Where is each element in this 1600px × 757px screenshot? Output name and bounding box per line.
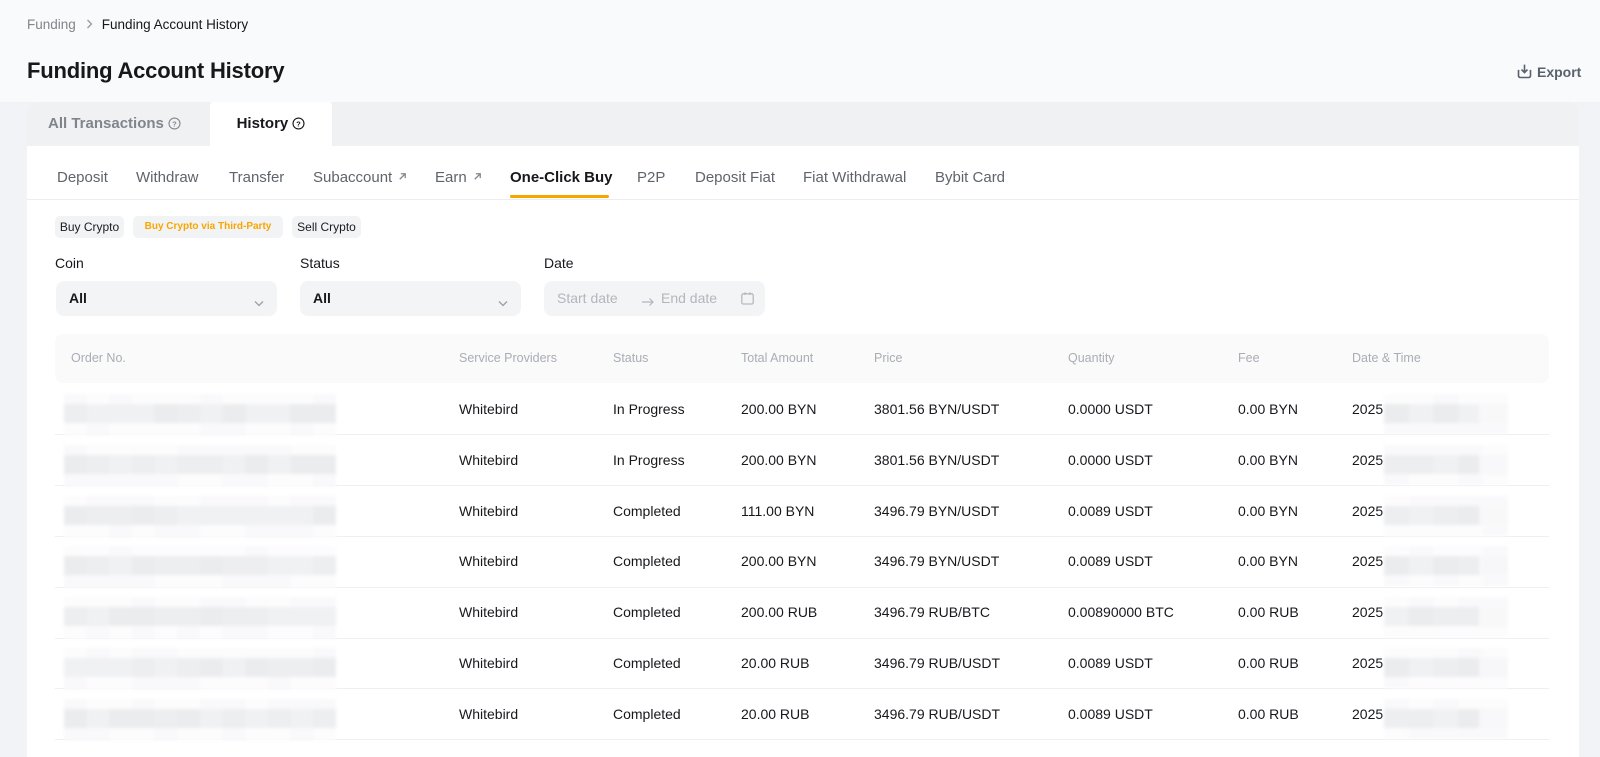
svg-text:?: ? (172, 119, 177, 128)
svg-text:?: ? (297, 119, 302, 128)
